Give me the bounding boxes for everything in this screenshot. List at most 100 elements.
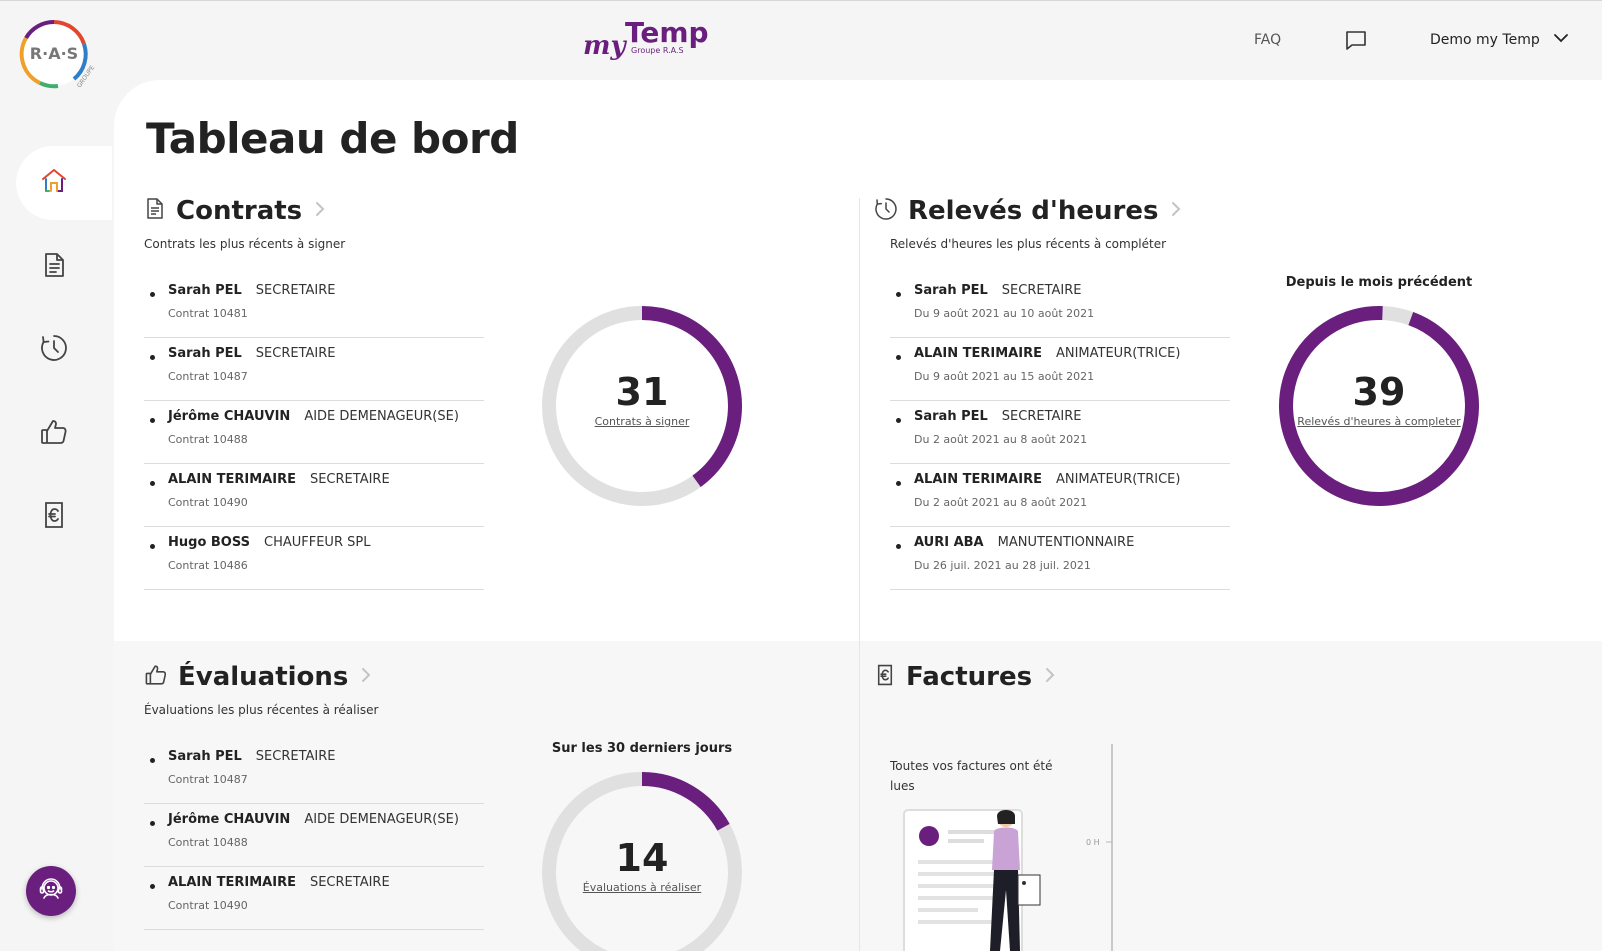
list-item[interactable]: ALAIN TERIMAIRE ANIMATEUR(TRICE) Du 9 août… xyxy=(890,338,1230,401)
chevron-down-icon xyxy=(1552,32,1570,48)
employee-name: ALAIN TERIMAIRE xyxy=(914,472,1042,487)
job-title: AIDE DEMENAGEUR(SE) xyxy=(304,409,459,424)
contract-number: Contrat 10488 xyxy=(168,433,248,446)
document-icon xyxy=(144,197,166,225)
sidebar-item-timesheets[interactable] xyxy=(16,313,112,387)
contract-number: Contrat 10481 xyxy=(168,307,248,320)
invoice-reading-illustration: 0 H xyxy=(903,744,1113,951)
period: Du 26 juil. 2021 au 28 juil. 2021 xyxy=(914,559,1091,572)
contract-number: Contrat 10488 xyxy=(168,836,248,849)
euro-document-icon xyxy=(874,663,896,691)
period: Du 2 août 2021 au 8 août 2021 xyxy=(914,496,1088,509)
user-name: Demo my Temp xyxy=(1430,32,1540,48)
job-title: SECRETAIRE xyxy=(309,472,390,487)
contracts-to-sign-link[interactable]: Contrats à signer xyxy=(542,415,742,428)
job-title: SECRETAIRE xyxy=(309,875,390,890)
employee-name: Jérôme CHAUVIN xyxy=(168,812,291,827)
job-title: ANIMATEUR(TRICE) xyxy=(1055,346,1181,361)
contracts-subtitle: Contrats les plus récents à signer xyxy=(144,237,346,251)
chevron-right-icon xyxy=(1044,665,1056,690)
evaluations-to-do-link[interactable]: Évaluations à réaliser xyxy=(542,881,742,894)
evaluations-count: 14 xyxy=(615,836,669,880)
messages-icon[interactable] xyxy=(1344,28,1368,52)
page-title: Tableau de bord xyxy=(146,114,519,163)
chevron-right-icon xyxy=(314,199,326,224)
contract-number: Contrat 10487 xyxy=(168,773,248,786)
job-title: ANIMATEUR(TRICE) xyxy=(1055,472,1181,487)
svg-text:R·A·S: R·A·S xyxy=(30,44,78,63)
contract-number: Contrat 10490 xyxy=(168,899,248,912)
sidebar-item-evaluations[interactable] xyxy=(16,397,112,471)
support-agent-icon xyxy=(36,874,66,908)
employee-name: Sarah PEL xyxy=(168,283,242,298)
employee-name: ALAIN TERIMAIRE xyxy=(168,472,296,487)
list-item[interactable]: Sarah PEL SECRETAIRE Contrat 10487 xyxy=(144,741,484,804)
contracts-count: 31 xyxy=(615,370,669,414)
timesheets-to-complete-link[interactable]: Relevés d'heures à completer xyxy=(1279,415,1479,428)
user-menu[interactable]: Demo my Temp xyxy=(1430,32,1570,48)
employee-name: ALAIN TERIMAIRE xyxy=(914,346,1042,361)
svg-text:Temp: Temp xyxy=(625,16,709,49)
mytemp-logo[interactable]: my Temp Groupe R.A.S xyxy=(581,14,721,66)
list-item[interactable]: Sarah PEL SECRETAIRE Du 9 août 2021 au 10 … xyxy=(890,275,1230,338)
list-item[interactable]: Sarah PEL SECRETAIRE Contrat 10487 xyxy=(144,338,484,401)
evaluations-subtitle: Évaluations les plus récentes à réaliser xyxy=(144,703,379,717)
job-title: AIDE DEMENAGEUR(SE) xyxy=(304,812,459,827)
job-title: SECRETAIRE xyxy=(255,346,336,361)
sidebar-item-contracts[interactable] xyxy=(16,230,112,304)
timesheets-subtitle: Relevés d'heures les plus récents à comp… xyxy=(890,237,1167,251)
sidebar-item-invoices[interactable] xyxy=(16,480,112,554)
list-item[interactable]: Sarah PEL SECRETAIRE Contrat 10481 xyxy=(144,275,484,338)
job-title: SECRETAIRE xyxy=(1001,409,1082,424)
contracts-header[interactable]: Contrats xyxy=(144,196,326,226)
job-title: CHAUFFEUR SPL xyxy=(264,535,371,550)
contract-number: Contrat 10487 xyxy=(168,370,248,383)
svg-text:Groupe R.A.S: Groupe R.A.S xyxy=(631,46,684,55)
contracts-list: Sarah PEL SECRETAIRE Contrat 10481 Sarah P… xyxy=(144,275,484,590)
axis-tick-label: 0 H xyxy=(1086,838,1100,847)
list-item[interactable]: ALAIN TERIMAIRE SECRETAIRE Contrat 10490 xyxy=(144,464,484,527)
job-title: MANUTENTIONNAIRE xyxy=(997,535,1135,550)
evaluations-header[interactable]: Évaluations xyxy=(144,662,372,692)
employee-name: Jérôme CHAUVIN xyxy=(168,409,291,424)
faq-link[interactable]: FAQ xyxy=(1254,32,1281,48)
euro-document-icon xyxy=(40,500,68,534)
contract-number: Contrat 10490 xyxy=(168,496,248,509)
list-item[interactable]: Sarah PEL SECRETAIRE Du 2 août 2021 au 8 a… xyxy=(890,401,1230,464)
section-divider xyxy=(859,660,860,951)
timesheets-count: 39 xyxy=(1352,370,1406,414)
timesheets-title: Relevés d'heures xyxy=(908,196,1159,226)
employee-name: Hugo BOSS xyxy=(168,535,250,550)
list-item[interactable]: Jérôme CHAUVIN AIDE DEMENAGEUR(SE) Contrat… xyxy=(144,401,484,464)
ras-groupe-logo[interactable]: R·A·S GROUPE xyxy=(18,18,102,102)
employee-name: ALAIN TERIMAIRE xyxy=(168,875,296,890)
svg-text:my: my xyxy=(583,31,628,61)
thumbs-up-icon xyxy=(39,417,69,451)
job-title: SECRETAIRE xyxy=(255,283,336,298)
document-icon xyxy=(40,251,68,283)
clock-icon xyxy=(874,197,898,225)
timesheets-list: Sarah PEL SECRETAIRE Du 9 août 2021 au 10 … xyxy=(890,275,1230,590)
employee-name: Sarah PEL xyxy=(168,346,242,361)
list-item[interactable]: Jérôme CHAUVIN AIDE DEMENAGEUR(SE) Contrat… xyxy=(144,804,484,867)
contract-number: Contrat 10486 xyxy=(168,559,248,572)
chevron-right-icon xyxy=(1170,199,1182,224)
evaluations-title: Évaluations xyxy=(178,662,349,692)
support-chat-button[interactable] xyxy=(26,866,76,916)
invoices-header[interactable]: Factures xyxy=(874,662,1056,692)
top-border xyxy=(0,0,1602,1)
chevron-right-icon xyxy=(360,665,372,690)
list-item[interactable]: AURI ABA MANUTENTIONNAIRE Du 26 juil. 2021… xyxy=(890,527,1230,590)
job-title: SECRETAIRE xyxy=(255,749,336,764)
invoices-title: Factures xyxy=(906,662,1033,692)
list-item[interactable]: Hugo BOSS CHAUFFEUR SPL Contrat 10486 xyxy=(144,527,484,590)
period: Du 9 août 2021 au 10 août 2021 xyxy=(914,307,1095,320)
timesheets-header[interactable]: Relevés d'heures xyxy=(874,196,1182,226)
clock-icon xyxy=(39,333,69,367)
evaluations-period-caption: Sur les 30 derniers jours xyxy=(551,741,733,756)
employee-name: AURI ABA xyxy=(914,535,984,550)
list-item[interactable]: ALAIN TERIMAIRE ANIMATEUR(TRICE) Du 2 août… xyxy=(890,464,1230,527)
home-icon xyxy=(40,167,68,199)
sidebar-item-dashboard[interactable] xyxy=(16,146,112,220)
list-item[interactable]: ALAIN TERIMAIRE SECRETAIRE Contrat 10490 xyxy=(144,867,484,930)
